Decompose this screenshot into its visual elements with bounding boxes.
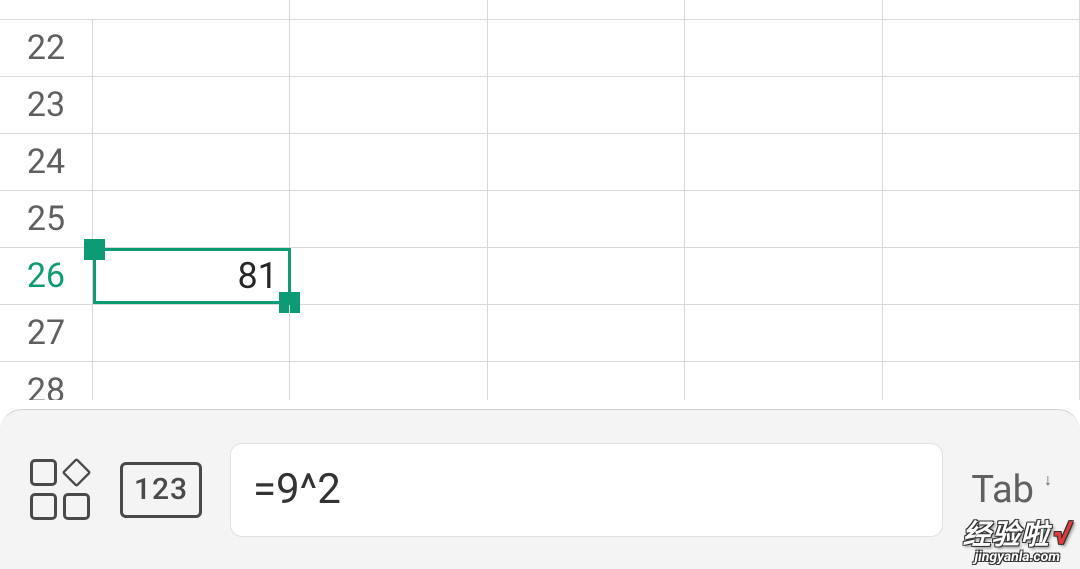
cell[interactable] [488,0,685,19]
cell[interactable] [685,134,882,190]
cell[interactable] [93,191,290,247]
selection-handle-top-left[interactable] [84,239,105,260]
cell[interactable] [685,191,882,247]
cell[interactable] [290,77,487,133]
cell[interactable] [290,0,487,19]
cell[interactable] [685,20,882,76]
tab-button[interactable]: Tab ↓ [971,468,1052,512]
cell[interactable] [883,362,1080,400]
formula-input[interactable]: =9^2 [230,443,943,537]
table-row: 24 [0,134,1080,191]
cell[interactable] [291,248,488,304]
table-row: 22 [0,20,1080,77]
cell[interactable] [883,20,1080,76]
cell[interactable] [93,362,290,400]
cell[interactable] [290,134,487,190]
cell[interactable] [685,362,882,400]
cell[interactable] [488,77,685,133]
table-row: 25 [0,191,1080,248]
cell[interactable] [685,0,882,19]
watermark: 经验啦√ jingyanla.com [963,513,1072,565]
tab-label: Tab [971,468,1034,512]
table-row-partial: 21 [0,0,1080,20]
apps-icon[interactable] [30,459,92,521]
table-row: 23 [0,77,1080,134]
check-icon: √ [1054,514,1072,552]
cell[interactable] [685,248,882,304]
cell[interactable] [685,305,882,361]
cell[interactable] [488,191,685,247]
cell[interactable] [290,305,487,361]
row-header[interactable]: 22 [0,20,93,76]
cell[interactable] [883,134,1080,190]
cell[interactable] [883,248,1080,304]
row-header[interactable]: 28 [0,362,93,400]
row-header[interactable]: 25 [0,191,93,247]
row-header[interactable]: 24 [0,134,93,190]
cell[interactable] [488,134,685,190]
cell[interactable] [488,20,685,76]
row-header[interactable]: 27 [0,305,93,361]
cell[interactable] [93,20,290,76]
cell[interactable] [883,77,1080,133]
watermark-text: 经验啦 [963,518,1050,551]
cell[interactable] [93,134,290,190]
spreadsheet-grid[interactable]: 21 22 23 24 25 26 [0,0,1080,410]
cell[interactable] [488,362,685,400]
table-row: 27 [0,305,1080,362]
cell[interactable] [93,0,290,19]
table-row: 26 81 [0,248,1080,305]
cell[interactable] [488,248,685,304]
number-format-button[interactable]: 123 [120,462,202,518]
cell[interactable] [290,20,487,76]
cell[interactable] [290,362,487,400]
cell[interactable] [685,77,882,133]
cell[interactable] [883,191,1080,247]
selected-cell[interactable]: 81 [93,248,291,304]
formula-bar: 123 =9^2 Tab ↓ [0,409,1080,569]
cell[interactable] [883,0,1080,19]
cell[interactable] [488,305,685,361]
cell[interactable] [290,191,487,247]
cell[interactable] [93,77,290,133]
row-header[interactable]: 23 [0,77,93,133]
watermark-url: jingyanla.com [963,549,1072,565]
table-row-partial: 28 [0,362,1080,400]
row-header-active[interactable]: 26 [0,248,93,304]
cell[interactable] [883,305,1080,361]
arrow-down-icon: ↓ [1044,470,1052,490]
cell-value: 81 [237,255,277,297]
cell[interactable] [93,305,290,361]
